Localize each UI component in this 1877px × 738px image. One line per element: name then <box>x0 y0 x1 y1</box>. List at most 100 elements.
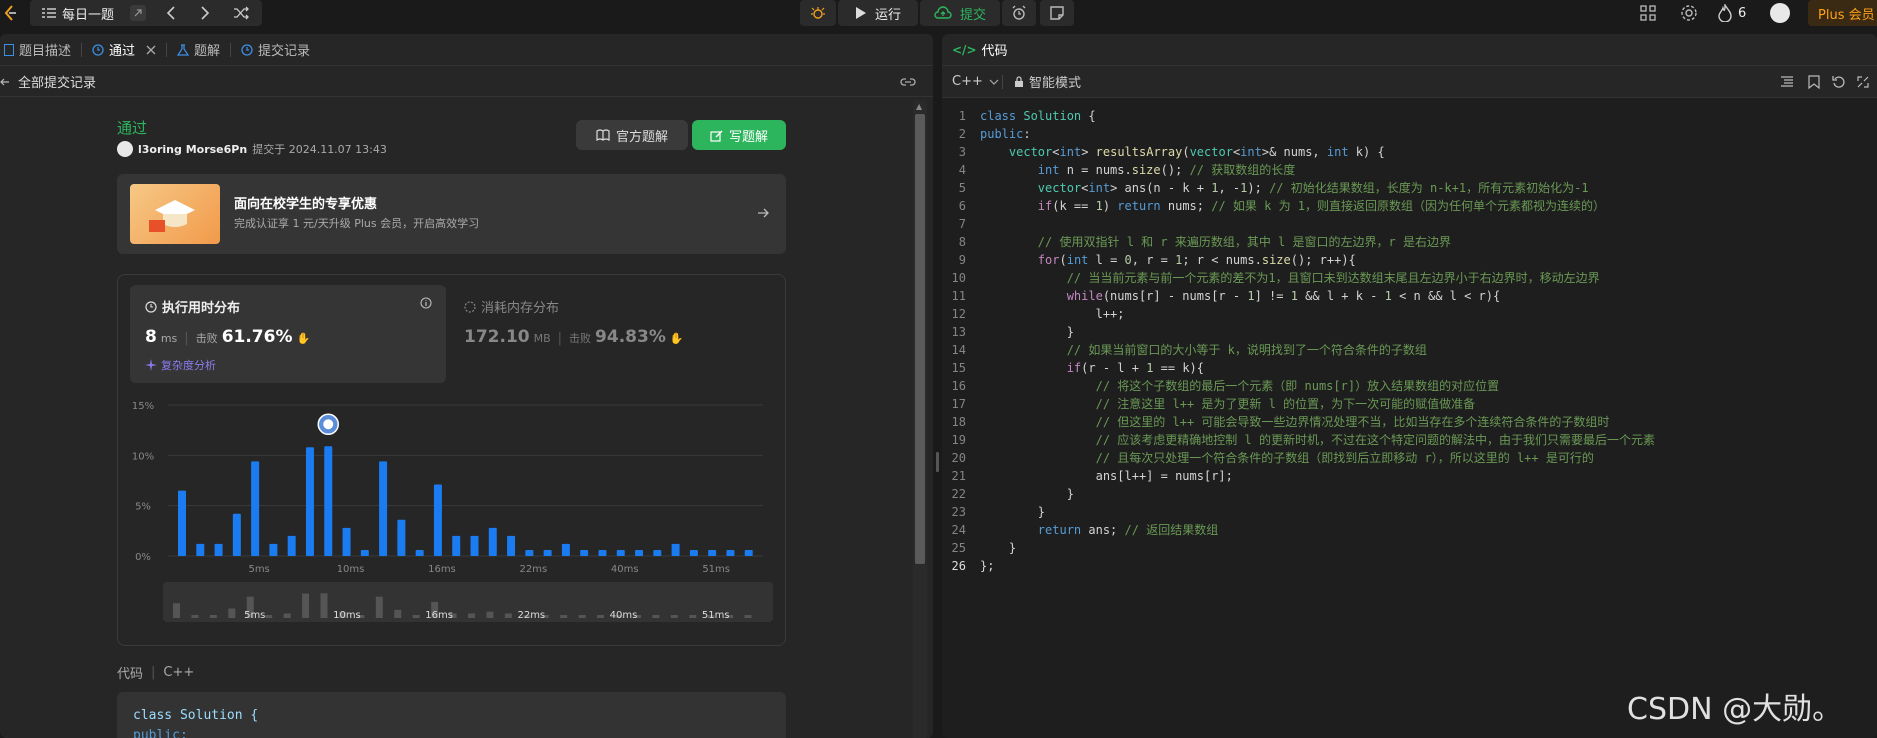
code-line[interactable]: 17 // 注意这里 l++ 是为了更新 l 的位置，为下一次可能的赋值做准备 <box>942 395 1877 413</box>
reset-icon[interactable] <box>1832 75 1846 89</box>
chart-bar[interactable] <box>689 549 698 556</box>
layout-grid-icon[interactable] <box>1640 5 1656 21</box>
code-line[interactable]: 19 // 应该考虑更精确地控制 l 的更新时机，不过在这个特定问题的解法中，由… <box>942 431 1877 449</box>
chart-bar[interactable] <box>488 527 497 556</box>
next-icon[interactable] <box>200 6 210 20</box>
bookmark-icon[interactable] <box>1808 74 1820 89</box>
code-line[interactable]: 22 } <box>942 485 1877 503</box>
run-button[interactable]: 运行 <box>838 0 918 26</box>
code-line[interactable]: 12 l++; <box>942 305 1877 323</box>
chart-bar[interactable] <box>379 461 388 556</box>
code-line[interactable]: 25 } <box>942 539 1877 557</box>
format-icon[interactable] <box>1780 75 1794 88</box>
code-line[interactable]: 14 // 如果当前窗口的大小等于 k，说明找到了一个符合条件的子数组 <box>942 341 1877 359</box>
avatar[interactable] <box>1770 3 1790 23</box>
fullscreen-icon[interactable] <box>1857 75 1869 88</box>
all-submissions-link[interactable]: 全部提交记录 <box>0 72 96 91</box>
leetcode-logo-icon[interactable] <box>0 2 20 24</box>
code-line[interactable]: 13 } <box>942 323 1877 341</box>
chart-bar[interactable] <box>708 549 717 556</box>
chart-bar[interactable] <box>305 447 314 556</box>
code-line[interactable]: 15 if(r - l + 1 == k){ <box>942 359 1877 377</box>
user-avatar[interactable] <box>117 141 133 157</box>
streak-counter[interactable]: 6 <box>1718 4 1746 22</box>
code-line[interactable]: 7 <box>942 215 1877 233</box>
debug-button[interactable] <box>800 0 836 26</box>
code-line[interactable]: 18 // 但这里的 l++ 可能会导致一些边界情况处理不当，比如当存在多个连续… <box>942 413 1877 431</box>
runtime-panel[interactable]: 执行用时分布 8 ms | 击败 61.76% ✋ 复杂度分析 <box>130 285 446 383</box>
chart-bar[interactable] <box>561 543 570 556</box>
chart-bar[interactable] <box>598 549 607 556</box>
link-icon[interactable] <box>900 76 916 88</box>
tab-accepted[interactable]: 通过 <box>82 34 166 66</box>
promo-card[interactable]: 面向在校学生的专享优惠 完成认证享 1 元/天升级 Plus 会员，开启高效学习 <box>117 174 786 254</box>
complexity-analysis-link[interactable]: 复杂度分析 <box>145 357 216 373</box>
code-line[interactable]: 26}; <box>942 557 1877 575</box>
chart-bar[interactable] <box>269 543 278 556</box>
code-line[interactable]: 11 while(nums[r] - nums[r - 1] != 1 && l… <box>942 287 1877 305</box>
chart-bar[interactable] <box>232 513 241 556</box>
note-button[interactable] <box>1040 0 1074 26</box>
chart-bar[interactable] <box>342 527 351 556</box>
code-line[interactable]: 10 // 当当前元素与前一个元素的差不为1，且窗口未到达数组末尾且左边界小于右… <box>942 269 1877 287</box>
code-line[interactable]: 5 vector<int> ans(n - k + 1, -1); // 初始化… <box>942 179 1877 197</box>
chart-bar[interactable] <box>360 549 369 556</box>
chart-bar[interactable] <box>671 543 680 556</box>
code-line[interactable]: 9 for(int l = 0, r = 1; r < nums.size();… <box>942 251 1877 269</box>
scrollbar-track[interactable]: ▲ <box>913 100 927 738</box>
chart-bar[interactable] <box>251 461 260 556</box>
code-line[interactable]: 21 ans[l++] = nums[r]; <box>942 467 1877 485</box>
code-line[interactable]: 24 return ans; // 返回结果数组 <box>942 521 1877 539</box>
prev-icon[interactable] <box>166 6 176 20</box>
write-solution-button[interactable]: 写题解 <box>692 120 786 150</box>
code-preview[interactable]: class Solution { public: <box>117 692 786 738</box>
memory-panel[interactable]: 消耗内存分布 172.10 MB | 击败 94.83% ✋ <box>464 285 764 383</box>
scroll-up-icon[interactable]: ▲ <box>916 102 922 111</box>
arrow-right-icon[interactable] <box>757 207 769 219</box>
chart-bar[interactable] <box>507 535 516 556</box>
code-line[interactable]: 6 if(k == 1) return nums; // 如果 k 为 1，则直… <box>942 197 1877 215</box>
panel-resizer[interactable] <box>935 34 940 738</box>
chart-bar[interactable] <box>397 519 406 556</box>
tab-description[interactable]: 题目描述 <box>0 34 81 66</box>
tab-code[interactable]: </> 代码 <box>942 40 1008 60</box>
tab-submissions[interactable]: 提交记录 <box>231 34 320 66</box>
chart-bar[interactable] <box>196 543 205 556</box>
code-line[interactable]: 1 class Solution { <box>942 107 1877 125</box>
code-line[interactable]: 4 int n = nums.size(); // 获取数组的长度 <box>942 161 1877 179</box>
chart-bar[interactable] <box>433 484 442 556</box>
chart-bar[interactable] <box>214 543 223 556</box>
chart-bar[interactable] <box>178 490 186 556</box>
chart-bar[interactable] <box>452 535 461 556</box>
chart-bar[interactable] <box>635 549 644 556</box>
chart-bar[interactable] <box>744 549 753 556</box>
range-selector[interactable] <box>163 582 773 622</box>
code-line[interactable]: 2 public: <box>942 125 1877 143</box>
code-line[interactable]: 20 // 且每次只处理一个符合条件的子数组（即找到后立即移动 r），所以这里的… <box>942 449 1877 467</box>
close-icon[interactable] <box>146 45 156 55</box>
chart-bar[interactable] <box>616 549 625 556</box>
code-line[interactable]: 8 // 使用双指针 l 和 r 来遍历数组，其中 l 是窗口的左边界，r 是右… <box>942 233 1877 251</box>
chart-bar[interactable] <box>525 549 534 556</box>
code-line[interactable]: 16 // 将这个子数组的最后一个元素（即 nums[r]）放入结果数组的对应位… <box>942 377 1877 395</box>
scrollbar-thumb[interactable] <box>915 114 925 564</box>
username[interactable]: l3oring Morse6Pn <box>138 143 247 156</box>
chart-bar[interactable] <box>726 549 735 556</box>
smart-mode-toggle[interactable]: 智能模式 <box>1014 72 1081 91</box>
chart-bar[interactable] <box>543 549 552 556</box>
chart-bar[interactable] <box>287 535 296 556</box>
tab-solutions[interactable]: 题解 <box>167 34 230 66</box>
info-icon[interactable] <box>420 297 432 309</box>
code-area[interactable]: 1 class Solution {2 public: 3 vector<int> r… <box>942 107 1877 575</box>
language-select[interactable]: C++ <box>952 74 999 89</box>
daily-question-button[interactable]: 每日一题 <box>42 4 147 23</box>
official-solution-button[interactable]: 官方题解 <box>576 120 688 150</box>
external-link-icon[interactable] <box>130 5 147 21</box>
settings-gear-icon[interactable] <box>1680 4 1698 22</box>
submit-button[interactable]: 提交 <box>920 0 1000 26</box>
chart-bar[interactable] <box>415 549 424 556</box>
plus-member-button[interactable]: Plus 会员 <box>1808 0 1877 26</box>
chart-bar[interactable] <box>470 535 479 556</box>
alarm-button[interactable] <box>1002 0 1036 26</box>
code-line[interactable]: 23 } <box>942 503 1877 521</box>
